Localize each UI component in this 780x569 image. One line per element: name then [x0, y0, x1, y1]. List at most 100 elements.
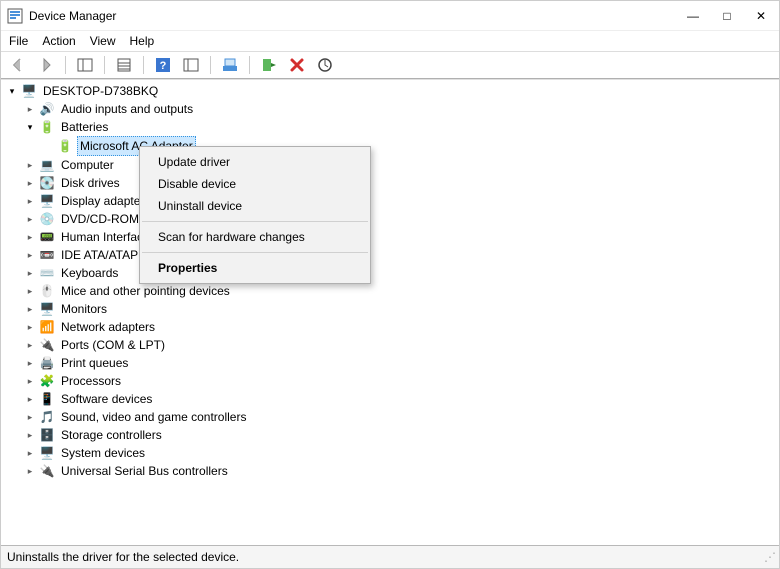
- node-label: Computer: [59, 156, 116, 174]
- chevron-right-icon[interactable]: ▸: [23, 446, 37, 460]
- device-icon: 🗄️: [39, 427, 55, 443]
- chevron-right-icon[interactable]: ▸: [23, 374, 37, 388]
- computer-icon: 🖥️: [21, 83, 37, 99]
- toolbar-separator: [143, 56, 144, 74]
- device-icon: 🔌: [39, 463, 55, 479]
- device-icon: 🎵: [39, 409, 55, 425]
- titlebar: Device Manager — □ ✕: [1, 1, 779, 31]
- node-label: Print queues: [59, 354, 130, 372]
- category-node[interactable]: ▸📟Human Interface Devices: [1, 228, 779, 246]
- chevron-right-icon[interactable]: ▸: [23, 212, 37, 226]
- chevron-right-icon[interactable]: ▸: [23, 410, 37, 424]
- minimize-button[interactable]: —: [685, 9, 701, 23]
- category-node[interactable]: ▸🧩Processors: [1, 372, 779, 390]
- chevron-right-icon[interactable]: ▸: [23, 102, 37, 116]
- category-node[interactable]: ▸💽Disk drives: [1, 174, 779, 192]
- status-text: Uninstalls the driver for the selected d…: [7, 550, 239, 564]
- context-menu-item[interactable]: Scan for hardware changes: [140, 226, 370, 248]
- node-label: Universal Serial Bus controllers: [59, 462, 230, 480]
- chevron-right-icon[interactable]: ▸: [23, 284, 37, 298]
- category-node[interactable]: ▸🔌Ports (COM & LPT): [1, 336, 779, 354]
- menu-action[interactable]: Action: [42, 34, 75, 48]
- category-node[interactable]: ▸🎵Sound, video and game controllers: [1, 408, 779, 426]
- device-icon: 🔋: [57, 138, 73, 154]
- chevron-right-icon[interactable]: ▸: [23, 158, 37, 172]
- close-button[interactable]: ✕: [753, 9, 769, 23]
- toolbar-separator: [65, 56, 66, 74]
- toolbar-separator: [210, 56, 211, 74]
- chevron-right-icon[interactable]: ▸: [23, 464, 37, 478]
- device-icon: 🖥️: [39, 445, 55, 461]
- category-node[interactable]: ▸⌨️Keyboards: [1, 264, 779, 282]
- chevron-right-icon[interactable]: ▸: [23, 338, 37, 352]
- category-node[interactable]: ▸🖨️Print queues: [1, 354, 779, 372]
- window-controls: — □ ✕: [685, 9, 773, 23]
- chevron-down-icon[interactable]: ▾: [23, 120, 37, 134]
- show-hide-console-icon[interactable]: [74, 54, 96, 76]
- chevron-right-icon[interactable]: ▸: [23, 266, 37, 280]
- chevron-down-icon[interactable]: ▾: [5, 84, 19, 98]
- category-node[interactable]: ▸📶Network adapters: [1, 318, 779, 336]
- resize-grip[interactable]: ⋰: [764, 550, 773, 564]
- context-menu-item[interactable]: Update driver: [140, 151, 370, 173]
- category-node[interactable]: ▸🖱️Mice and other pointing devices: [1, 282, 779, 300]
- context-menu-item[interactable]: Disable device: [140, 173, 370, 195]
- category-node[interactable]: ▸💿DVD/CD-ROM drives: [1, 210, 779, 228]
- menu-view[interactable]: View: [90, 34, 116, 48]
- device-icon: 📼: [39, 247, 55, 263]
- node-label: Network adapters: [59, 318, 157, 336]
- back-button[interactable]: [7, 54, 29, 76]
- menu-file[interactable]: File: [9, 34, 28, 48]
- app-icon: [7, 8, 23, 24]
- chevron-right-icon[interactable]: ▸: [23, 302, 37, 316]
- scan-hardware-icon[interactable]: [314, 54, 336, 76]
- category-node[interactable]: ▸🖥️Monitors: [1, 300, 779, 318]
- forward-button[interactable]: [35, 54, 57, 76]
- tree-root-label: DESKTOP-D738BKQ: [41, 82, 160, 100]
- maximize-button[interactable]: □: [719, 9, 735, 23]
- view-tree-icon[interactable]: [180, 54, 202, 76]
- category-node[interactable]: ▸🔊Audio inputs and outputs: [1, 100, 779, 118]
- device-tree-wrap: ▾ 🖥️ DESKTOP-D738BKQ▸🔊Audio inputs and o…: [1, 79, 779, 545]
- category-node[interactable]: ▸📼IDE ATA/ATAPI controllers: [1, 246, 779, 264]
- chevron-right-icon[interactable]: ▸: [23, 428, 37, 442]
- context-menu-item[interactable]: Properties: [140, 257, 370, 279]
- chevron-right-icon[interactable]: ▸: [23, 176, 37, 190]
- menubar: File Action View Help: [1, 31, 779, 51]
- chevron-right-icon[interactable]: ▸: [23, 248, 37, 262]
- chevron-right-icon[interactable]: ▸: [23, 194, 37, 208]
- category-node[interactable]: ▾🔋Batteries: [1, 118, 779, 136]
- category-node[interactable]: ▸🖥️Display adapters: [1, 192, 779, 210]
- device-icon: 💻: [39, 157, 55, 173]
- node-label: Disk drives: [59, 174, 122, 192]
- chevron-right-icon[interactable]: ▸: [23, 230, 37, 244]
- category-node[interactable]: ▸💻Computer: [1, 156, 779, 174]
- chevron-placeholder: [41, 139, 55, 153]
- properties-icon[interactable]: [113, 54, 135, 76]
- category-node[interactable]: ▸🖥️System devices: [1, 444, 779, 462]
- chevron-right-icon[interactable]: ▸: [23, 320, 37, 334]
- tree-root[interactable]: ▾ 🖥️ DESKTOP-D738BKQ: [1, 82, 779, 100]
- context-menu-divider: [142, 221, 368, 222]
- menu-help[interactable]: Help: [130, 34, 155, 48]
- category-node[interactable]: ▸📱Software devices: [1, 390, 779, 408]
- device-tree[interactable]: ▾ 🖥️ DESKTOP-D738BKQ▸🔊Audio inputs and o…: [1, 80, 779, 482]
- category-node[interactable]: ▸🗄️Storage controllers: [1, 426, 779, 444]
- device-icon: 🔋: [39, 119, 55, 135]
- category-node[interactable]: ▸🔌Universal Serial Bus controllers: [1, 462, 779, 480]
- context-menu: Update driverDisable deviceUninstall dev…: [139, 146, 371, 284]
- chevron-right-icon[interactable]: ▸: [23, 392, 37, 406]
- update-driver-icon[interactable]: [219, 54, 241, 76]
- enable-device-icon[interactable]: [258, 54, 280, 76]
- device-icon: 🖨️: [39, 355, 55, 371]
- statusbar: Uninstalls the driver for the selected d…: [1, 545, 779, 568]
- device-icon: 🔌: [39, 337, 55, 353]
- uninstall-device-icon[interactable]: [286, 54, 308, 76]
- chevron-right-icon[interactable]: ▸: [23, 356, 37, 370]
- help-icon[interactable]: ?: [152, 54, 174, 76]
- context-menu-divider: [142, 252, 368, 253]
- device-node[interactable]: 🔋Microsoft AC Adapter: [1, 136, 779, 156]
- toolbar-separator: [249, 56, 250, 74]
- device-icon: 🖥️: [39, 301, 55, 317]
- context-menu-item[interactable]: Uninstall device: [140, 195, 370, 217]
